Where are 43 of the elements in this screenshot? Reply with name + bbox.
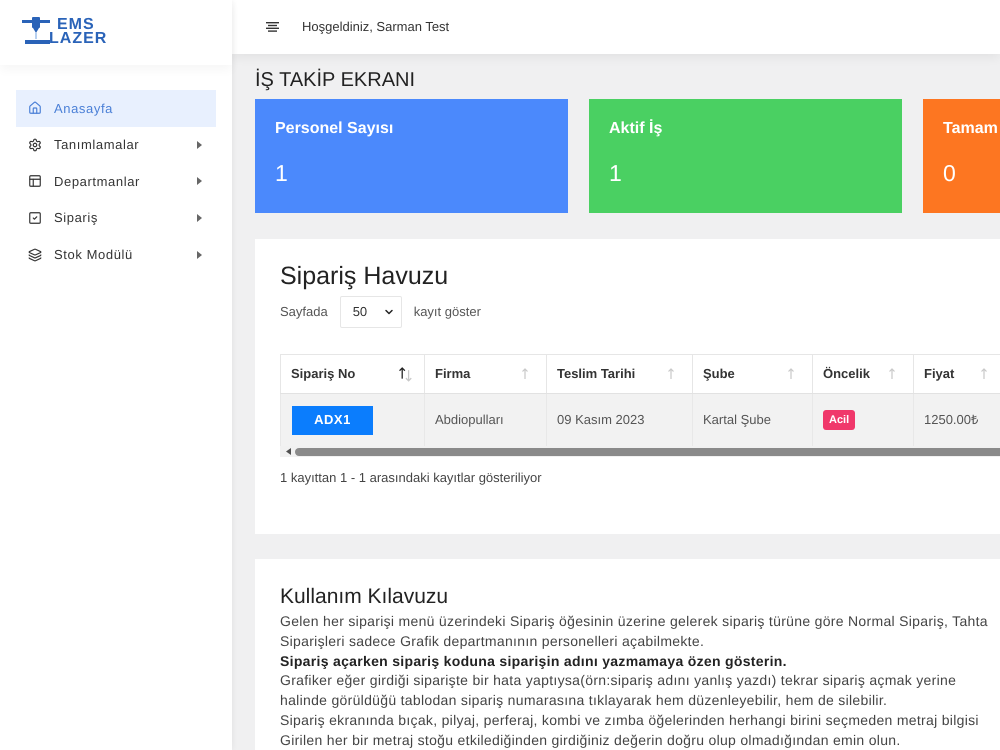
- scroll-left-arrow-icon[interactable]: [286, 448, 291, 455]
- order-number-button[interactable]: ADX1: [292, 406, 373, 434]
- sidebar-item[interactable]: Tanımlamalar: [16, 126, 216, 164]
- page-title: İŞ TAKİP EKRANI: [255, 68, 416, 92]
- horizontal-scrollbar[interactable]: [280, 446, 1000, 457]
- settings-icon: [28, 138, 42, 152]
- page-size-select[interactable]: 50: [340, 296, 402, 328]
- stat-label: Tamam: [943, 119, 998, 139]
- home-icon: [28, 101, 42, 116]
- length-label: kayıt göster: [414, 303, 481, 322]
- laser-machine-icon: [22, 17, 50, 45]
- guide-text-line: Girilen her bir metraj stoğu etkilediğinden girdiğiniz değerin doğru olup olmadığından emin olun.: [280, 730, 902, 750]
- sidebar-item[interactable]: Sipariş: [16, 200, 216, 236]
- table-info-text: 1 kayıttan 1 - 1 arasındaki kayıtlar gösteriliyor: [280, 469, 543, 487]
- checkbox-icon: [28, 211, 42, 226]
- sidebar-item[interactable]: Stok Modülü: [16, 236, 216, 273]
- menu-icon[interactable]: [266, 22, 279, 32]
- guide-text-line: Sipariş ekranında bıçak, pilyaj, perferaj, kombi ve zımba öğelerinden herhangi birini seçmeden metraj bilgisi: [280, 710, 980, 730]
- guide-text-line: Gelen her siparişi menü üzerindeki Sipariş öğesinin üzerine gelerek sipariş türüne göre Normal Sipariş, Tahta: [280, 612, 989, 631]
- welcome-text: Hoşgeldiniz, Sarman Test: [302, 18, 450, 36]
- guide-title: Kullanım Kılavuzu: [280, 584, 450, 610]
- table-cell-text: Abdiopulları: [435, 411, 504, 430]
- logo-text: LAZER: [49, 32, 108, 46]
- sidebar-item[interactable]: Departmanlar: [16, 163, 216, 200]
- guide-text-line: Sipariş açarken sipariş koduna siparişin adını yazmamaya özen gösterin.: [280, 652, 788, 671]
- stat-value: 1: [275, 160, 288, 186]
- stat-label: Aktif İş: [609, 119, 662, 139]
- panel-title: Sipariş Havuzu: [280, 261, 450, 292]
- logo-text: EMS: [57, 18, 95, 32]
- guide-text-line: halinde görüldüğü tablodan sipariş numarasına tıklayarak hem düzenleyebilir, hem de silebilir.: [280, 691, 888, 710]
- table-cell-text: 09 Kasım 2023: [557, 411, 644, 430]
- stat-label: Personel Sayısı: [275, 119, 394, 139]
- layers-icon: [28, 248, 42, 262]
- stat-value: 1: [609, 160, 622, 186]
- length-label: Sayfada: [280, 303, 328, 322]
- guide-text-line: Siparişleri sadece Grafik departmanının personelleri açabilmekte.: [280, 632, 706, 651]
- table-cell-text: 1250.00₺: [924, 411, 978, 430]
- table-cell-text: Kartal Şube: [703, 411, 771, 430]
- scrollbar-thumb[interactable]: [295, 448, 1000, 456]
- priority-badge: Acil: [823, 410, 856, 430]
- guide-text-line: Grafiker eğer girdiği siparişte bir hata yaptıysa(örn:sipariş adını yanlış yazdı) tekrar sipariş açmak yerine: [280, 671, 958, 690]
- stat-value: 0: [943, 160, 956, 186]
- layout-icon: [28, 174, 42, 188]
